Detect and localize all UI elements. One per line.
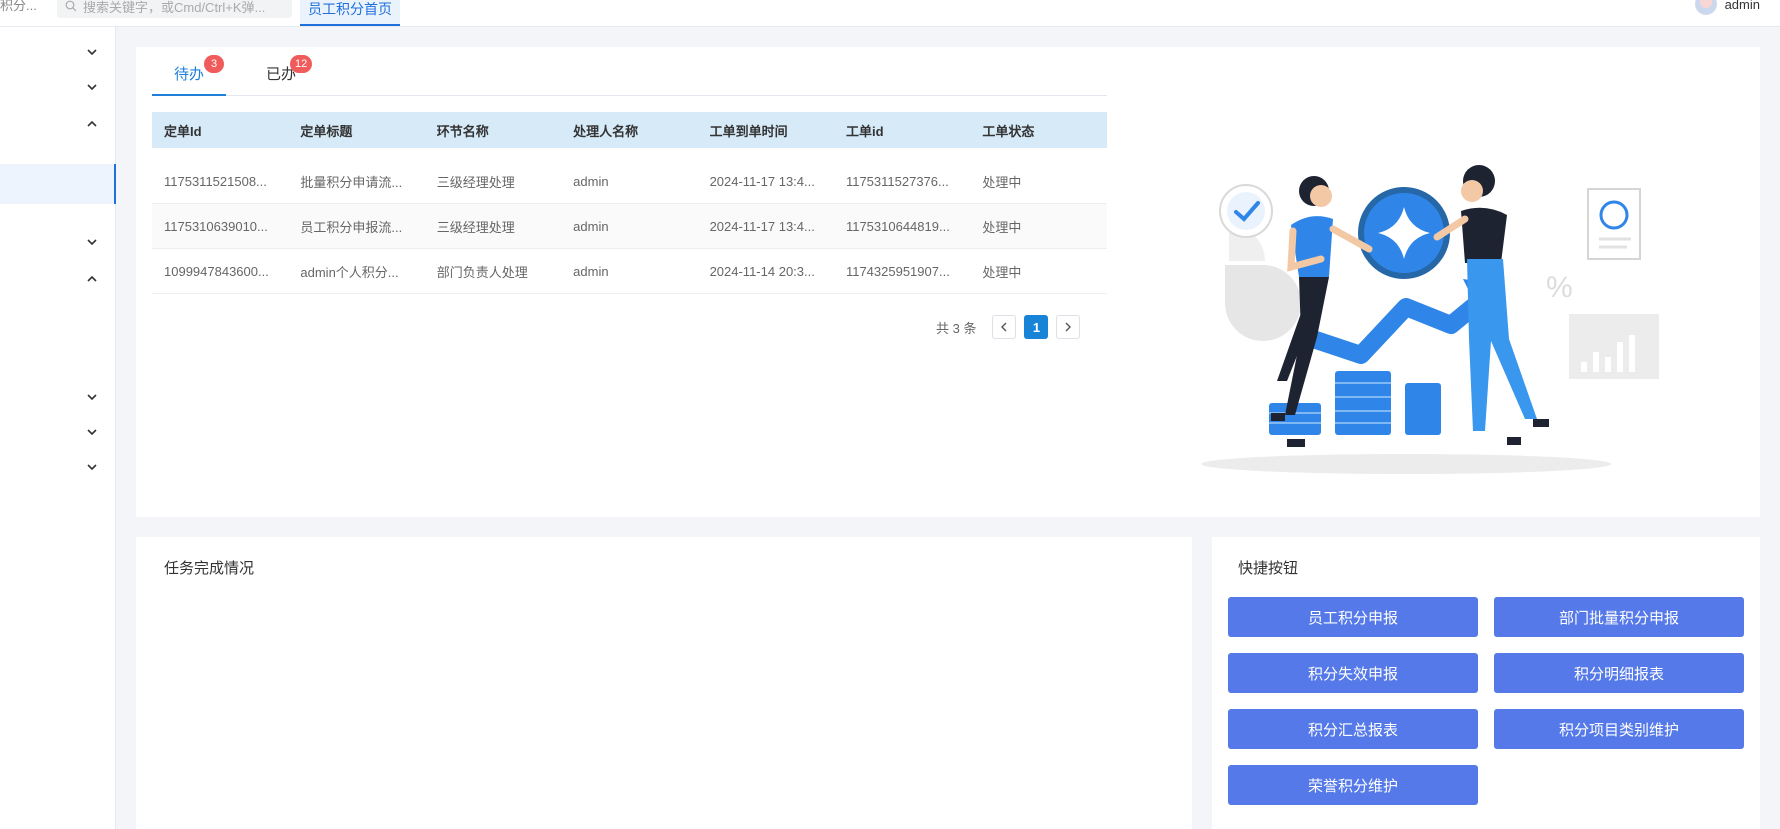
- document-icon: [1587, 188, 1641, 260]
- table-cell: admin: [573, 263, 609, 279]
- illustration: %: [1201, 165, 1659, 474]
- pagination-total: 共 3 条: [936, 320, 977, 336]
- points-category-maintenance-button[interactable]: 积分项目类别维护: [1494, 709, 1744, 749]
- avatar: [1694, 0, 1717, 15]
- page-number-button[interactable]: 1: [1024, 315, 1049, 339]
- todo-table: 定单Id 定单标题 环节名称 处理人名称 工单到单时间 工单id 工单状态 11…: [152, 112, 1107, 294]
- chevron-down-icon[interactable]: [85, 390, 99, 404]
- search-placeholder: 搜索关键字，或Cmd/Ctrl+K弹...: [83, 0, 266, 15]
- honor-points-maintenance-button[interactable]: 荣誉积分维护: [1228, 765, 1478, 805]
- table-cell: 处理中: [982, 219, 1022, 235]
- breadcrumb[interactable]: 积分...: [0, 0, 37, 12]
- tab-done[interactable]: 已办 12: [244, 55, 318, 96]
- column-header[interactable]: 定单Id: [152, 121, 288, 140]
- table-row[interactable]: 1099947843600... admin个人积分... 部门负责人处理 ad…: [152, 249, 1107, 294]
- column-header[interactable]: 定单标题: [288, 121, 424, 140]
- table-cell: 2024-11-17 13:4...: [709, 173, 815, 189]
- table-cell: 部门负责人处理: [436, 264, 528, 280]
- chevron-left-icon: [1001, 322, 1007, 332]
- table-cell: admin: [573, 173, 609, 189]
- table-cell: 员工积分申报流...: [300, 219, 403, 235]
- points-expiry-report-button[interactable]: 积分失效申报: [1228, 653, 1478, 693]
- table-cell: 1099947843600...: [164, 263, 269, 279]
- table-header: 定单Id 定单标题 环节名称 处理人名称 工单到单时间 工单id 工单状态: [152, 112, 1107, 148]
- points-detail-report-button[interactable]: 积分明细报表: [1494, 653, 1744, 693]
- points-summary-report-button[interactable]: 积分汇总报表: [1228, 709, 1478, 749]
- search-input[interactable]: 搜索关键字，或Cmd/Ctrl+K弹...: [57, 0, 292, 18]
- column-header[interactable]: 工单id: [834, 121, 970, 140]
- percent-icon: %: [1546, 271, 1573, 304]
- prev-page-button[interactable]: [992, 315, 1017, 339]
- table-cell: 三级经理处理: [436, 219, 515, 235]
- task-completion-card: 任务完成情况: [136, 537, 1192, 829]
- tab-done-badge: 12: [290, 55, 313, 73]
- table-cell: 处理中: [982, 174, 1022, 190]
- todo-card: 待办 3 已办 12 定单Id 定单标题 环节名称 处理人名称 工单到单时间 工…: [136, 47, 1760, 517]
- todo-tabs: 待办 3 已办 12: [152, 47, 1107, 96]
- table-cell: 1175311521508...: [164, 173, 267, 189]
- table-cell: 批量积分申请流...: [300, 174, 403, 190]
- username: admin: [1724, 0, 1760, 12]
- table-cell: 1174325951907...: [845, 263, 950, 279]
- next-page-button[interactable]: [1056, 315, 1081, 339]
- column-header[interactable]: 工单状态: [970, 121, 1106, 140]
- table-cell: admin个人积分...: [300, 264, 399, 280]
- chevron-down-icon[interactable]: [85, 80, 99, 94]
- department-batch-points-report-button[interactable]: 部门批量积分申报: [1494, 597, 1744, 637]
- table-cell: 1175311527376...: [845, 173, 949, 189]
- chevron-up-icon[interactable]: [85, 117, 99, 131]
- quick-buttons-card: 快捷按钮 员工积分申报 部门批量积分申报 积分失效申报 积分明细报表 积分汇总报…: [1212, 537, 1760, 829]
- table-cell: 2024-11-14 20:3...: [709, 263, 815, 279]
- chevron-right-icon: [1065, 322, 1072, 332]
- top-bar: 积分... 搜索关键字，或Cmd/Ctrl+K弹... 员工积分首页 admin: [0, 0, 1780, 27]
- pagination: 共 3 条 1: [936, 315, 1088, 339]
- table-cell: 三级经理处理: [436, 174, 515, 190]
- check-circle-icon: [1219, 184, 1273, 238]
- search-icon: [65, 0, 77, 12]
- chevron-down-icon[interactable]: [85, 425, 99, 439]
- bar-chart-icon: [1569, 314, 1659, 379]
- sidebar-item-active[interactable]: [0, 164, 116, 204]
- coin-icon: [1358, 187, 1450, 279]
- person-right: [1433, 165, 1549, 445]
- tab-todo[interactable]: 待办 3: [152, 55, 226, 96]
- table-row[interactable]: 1175311521508... 批量积分申请流... 三级经理处理 admin…: [152, 159, 1107, 204]
- chevron-down-icon[interactable]: [85, 235, 99, 249]
- table-cell: 处理中: [982, 264, 1022, 280]
- column-header[interactable]: 环节名称: [425, 121, 561, 140]
- chevron-down-icon[interactable]: [85, 45, 99, 59]
- quick-buttons-title: 快捷按钮: [1238, 560, 1299, 577]
- tab-employee-points-home[interactable]: 员工积分首页: [300, 0, 400, 26]
- table-cell: 1175310639010...: [164, 218, 268, 234]
- chevron-down-icon[interactable]: [85, 460, 99, 474]
- column-header[interactable]: 处理人名称: [561, 121, 697, 140]
- task-completion-title: 任务完成情况: [164, 560, 255, 577]
- table-cell: 2024-11-17 13:4...: [709, 218, 815, 234]
- tab-todo-label: 待办: [173, 66, 204, 83]
- chevron-up-icon[interactable]: [85, 272, 99, 286]
- table-cell: admin: [573, 218, 609, 234]
- column-header[interactable]: 工单到单时间: [698, 121, 834, 140]
- table-cell: 1175310644819...: [845, 218, 950, 234]
- table-row[interactable]: 1175310639010... 员工积分申报流... 三级经理处理 admin…: [152, 204, 1107, 249]
- employee-points-report-button[interactable]: 员工积分申报: [1228, 597, 1478, 637]
- sidebar: [0, 27, 116, 829]
- tab-todo-badge: 3: [204, 55, 224, 73]
- user-menu[interactable]: admin: [1694, 0, 1760, 15]
